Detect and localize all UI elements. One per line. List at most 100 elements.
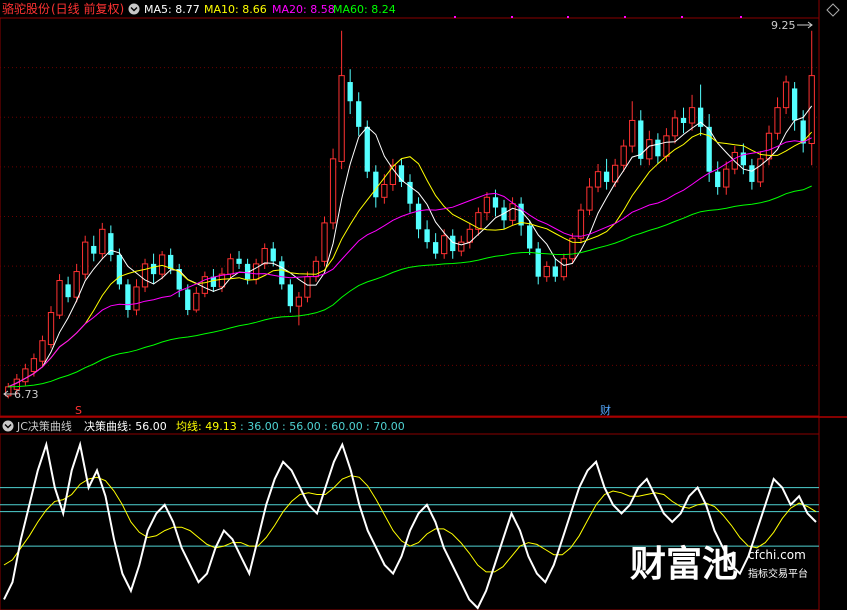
candle-body — [808, 75, 815, 145]
candle-body — [492, 197, 499, 208]
ma60-label: MA60: 8.24 — [333, 3, 396, 16]
ma5-line — [8, 105, 813, 388]
indicator-level-lines — [0, 487, 819, 547]
candle-down — [424, 220, 430, 249]
candle-body — [227, 258, 234, 275]
candle-body — [655, 139, 661, 157]
candle-body — [364, 126, 370, 172]
candle-up — [458, 235, 465, 257]
candle-down — [347, 69, 353, 115]
candle-body — [381, 183, 388, 198]
candle-up — [329, 148, 337, 230]
candle-body — [671, 117, 679, 137]
watermark-slogan: 指标交易平台 — [748, 567, 808, 580]
candle-up — [594, 163, 602, 193]
level-60-label: : 60.00 — [324, 420, 363, 433]
candle-up — [441, 229, 448, 259]
expand-diamond-icon[interactable] — [826, 3, 840, 17]
candle-up — [201, 271, 209, 298]
sell-signal-mark[interactable]: S — [75, 404, 82, 417]
candle-up — [466, 222, 473, 249]
candle-down — [415, 197, 422, 239]
candle-down — [715, 161, 721, 195]
candle-body — [287, 284, 293, 307]
candle-body — [594, 171, 602, 188]
candle-up — [227, 253, 234, 280]
candle-up — [321, 216, 328, 267]
candle-down — [150, 253, 157, 285]
candle-up — [22, 363, 29, 386]
candle-up — [381, 174, 388, 204]
stock-name[interactable]: 骆驼股份 — [2, 1, 50, 16]
watermark-url: cfchi.com — [748, 548, 806, 562]
candle-body — [193, 292, 200, 311]
candle-body — [279, 261, 285, 285]
candle-body — [441, 235, 448, 255]
candle-up — [261, 243, 268, 270]
candle-body — [757, 158, 764, 183]
candle-down — [287, 279, 293, 313]
candle-down — [680, 107, 687, 134]
max-price-label: 9.25 — [771, 19, 796, 32]
candle-body — [527, 225, 533, 249]
candle-up — [99, 222, 106, 259]
candle-body — [338, 75, 345, 162]
candle-body — [774, 107, 781, 134]
candle-down — [91, 235, 97, 262]
period-label[interactable]: (日线 前复权) — [51, 1, 124, 16]
candle-body — [236, 258, 242, 264]
indicator-name[interactable]: JC决策曲线 — [16, 419, 72, 433]
candle-body — [30, 358, 38, 372]
candle-down — [125, 279, 131, 318]
candle-up — [671, 110, 679, 144]
candle-body — [252, 263, 260, 280]
candle-body — [586, 186, 593, 211]
candle-body — [125, 284, 131, 310]
candle-body — [552, 266, 558, 277]
candle-down — [552, 258, 558, 282]
min-price-label: 6.73 — [14, 388, 39, 401]
level-36-label: : 36.00 — [240, 420, 279, 433]
candle-down — [398, 158, 405, 188]
ma20-label: MA20: 8.58 — [272, 3, 335, 16]
candle-body — [603, 171, 610, 182]
candle-body — [47, 312, 55, 346]
candle-body — [680, 117, 687, 124]
candle-up — [475, 207, 482, 236]
candle-up — [586, 178, 593, 216]
settings-dropdown-icon[interactable] — [128, 3, 140, 15]
price-gridlines — [0, 67, 819, 366]
candle-up — [543, 261, 550, 282]
candle-body — [356, 101, 362, 127]
candle-body — [295, 296, 303, 307]
candle-body — [791, 88, 798, 121]
candle-body — [620, 145, 627, 166]
candle-up — [389, 158, 397, 191]
candle-up — [252, 258, 260, 285]
candle-down — [655, 133, 661, 164]
candle-body — [688, 107, 696, 124]
candle-body — [389, 164, 397, 185]
candle-body — [270, 248, 276, 262]
candle-body — [347, 82, 353, 102]
indicator-dropdown-icon[interactable] — [2, 420, 14, 432]
candle-body — [73, 271, 80, 298]
watermark: 财富池 cfchi.com 指标交易平台 — [630, 543, 808, 585]
candle-down — [279, 256, 285, 290]
candle-up — [133, 279, 140, 316]
finance-event-mark[interactable]: 财 — [600, 403, 611, 417]
candle-up — [782, 75, 790, 115]
candle-body — [543, 265, 550, 278]
candle-up — [295, 292, 303, 326]
candle-up — [338, 30, 345, 170]
candle-body — [373, 171, 379, 198]
price-header: 骆驼股份 (日线 前复权) MA5: 8.77 MA10: 8.66 MA20:… — [2, 1, 840, 18]
candle-up — [808, 30, 815, 166]
candle-body — [150, 263, 157, 275]
candle-up — [193, 286, 200, 313]
candle-body — [158, 254, 166, 275]
stock-chart-window: 骆驼股份 (日线 前复权) MA5: 8.77 MA10: 8.66 MA20:… — [0, 0, 847, 610]
candle-body — [782, 81, 790, 109]
candle-down — [432, 233, 439, 259]
candle-body — [99, 228, 106, 255]
